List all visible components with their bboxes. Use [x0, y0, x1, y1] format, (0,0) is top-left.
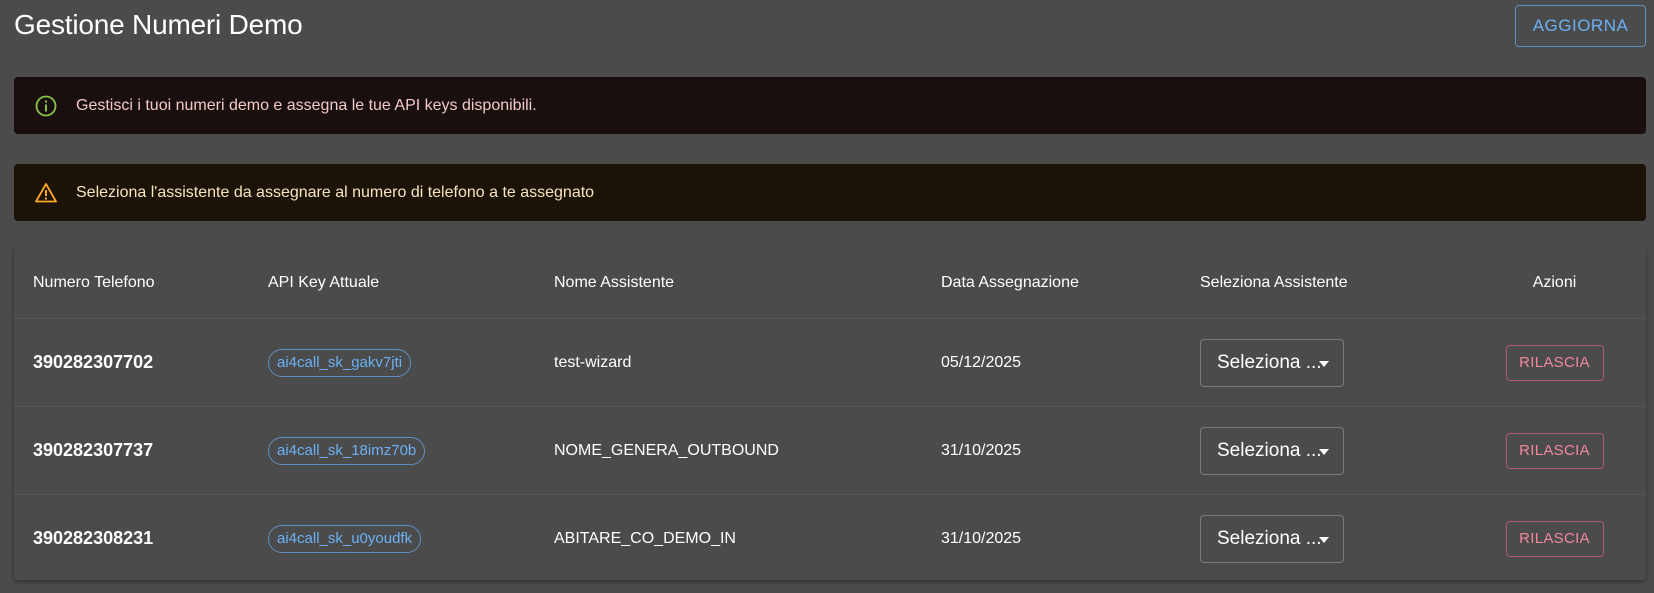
phone-number: 390282307702: [33, 352, 154, 372]
assistant-select[interactable]: Seleziona ...: [1200, 514, 1344, 563]
column-header-select-assistant: Seleziona Assistente: [1200, 248, 1463, 319]
warning-alert: Seleziona l'assistente da assegnare al n…: [14, 164, 1646, 221]
assistant-name: ABITARE_CO_DEMO_IN: [554, 529, 736, 547]
warning-icon: [34, 181, 58, 205]
column-header-actions: Azioni: [1463, 248, 1646, 319]
release-button[interactable]: RILASCIA: [1505, 344, 1604, 381]
assistant-select[interactable]: Seleziona ...: [1200, 426, 1344, 475]
info-icon: [34, 94, 58, 118]
phone-number: 390282307737: [33, 440, 154, 460]
api-key-chip: ai4call_sk_u0youdfk: [268, 524, 422, 553]
numbers-table-card: Numero Telefono API Key Attuale Nome Ass…: [14, 248, 1646, 580]
table-row: 390282308231 ai4call_sk_u0youdfk ABITARE…: [14, 495, 1646, 581]
column-header-api-key: API Key Attuale: [268, 248, 554, 319]
assignment-date: 31/10/2025: [941, 441, 1022, 459]
assignment-date: 31/10/2025: [941, 529, 1022, 547]
assignment-date: 05/12/2025: [941, 353, 1022, 371]
phone-number: 390282308231: [33, 528, 154, 548]
table-header-row: Numero Telefono API Key Attuale Nome Ass…: [14, 248, 1646, 319]
warning-alert-text: Seleziona l'assistente da assegnare al n…: [76, 183, 595, 201]
refresh-button[interactable]: AGGIORNA: [1515, 5, 1646, 47]
info-alert-text: Gestisci i tuoi numeri demo e assegna le…: [76, 96, 537, 114]
assistant-name: NOME_GENERA_OUTBOUND: [554, 441, 779, 459]
release-button[interactable]: RILASCIA: [1505, 520, 1604, 557]
assistant-select-value: Seleziona ...: [1217, 351, 1322, 373]
page-title: Gestione Numeri Demo: [14, 9, 303, 40]
assistant-name: test-wizard: [554, 353, 632, 371]
column-header-date: Data Assegnazione: [941, 248, 1200, 319]
table-row: 390282307737 ai4call_sk_18imz70b NOME_GE…: [14, 406, 1646, 495]
info-alert: Gestisci i tuoi numeri demo e assegna le…: [14, 77, 1646, 134]
dropdown-arrow-icon: [1319, 448, 1329, 455]
dropdown-arrow-icon: [1319, 536, 1329, 543]
column-header-phone: Numero Telefono: [14, 248, 268, 319]
api-key-chip: ai4call_sk_gakv7jti: [268, 348, 412, 377]
assistant-select-value: Seleziona ...: [1217, 439, 1322, 461]
table-row: 390282307702 ai4call_sk_gakv7jti test-wi…: [14, 318, 1646, 407]
assistant-select-value: Seleziona ...: [1217, 527, 1322, 549]
api-key-chip: ai4call_sk_18imz70b: [268, 436, 426, 465]
column-header-assistant-name: Nome Assistente: [554, 248, 941, 319]
header: Gestione Numeri Demo AGGIORNA: [14, 4, 1654, 50]
page: Gestione Numeri Demo AGGIORNA Gestisci i…: [0, 0, 1654, 593]
numbers-table: Numero Telefono API Key Attuale Nome Ass…: [14, 248, 1646, 580]
assistant-select[interactable]: Seleziona ...: [1200, 338, 1344, 387]
dropdown-arrow-icon: [1319, 360, 1329, 367]
release-button[interactable]: RILASCIA: [1505, 432, 1604, 469]
